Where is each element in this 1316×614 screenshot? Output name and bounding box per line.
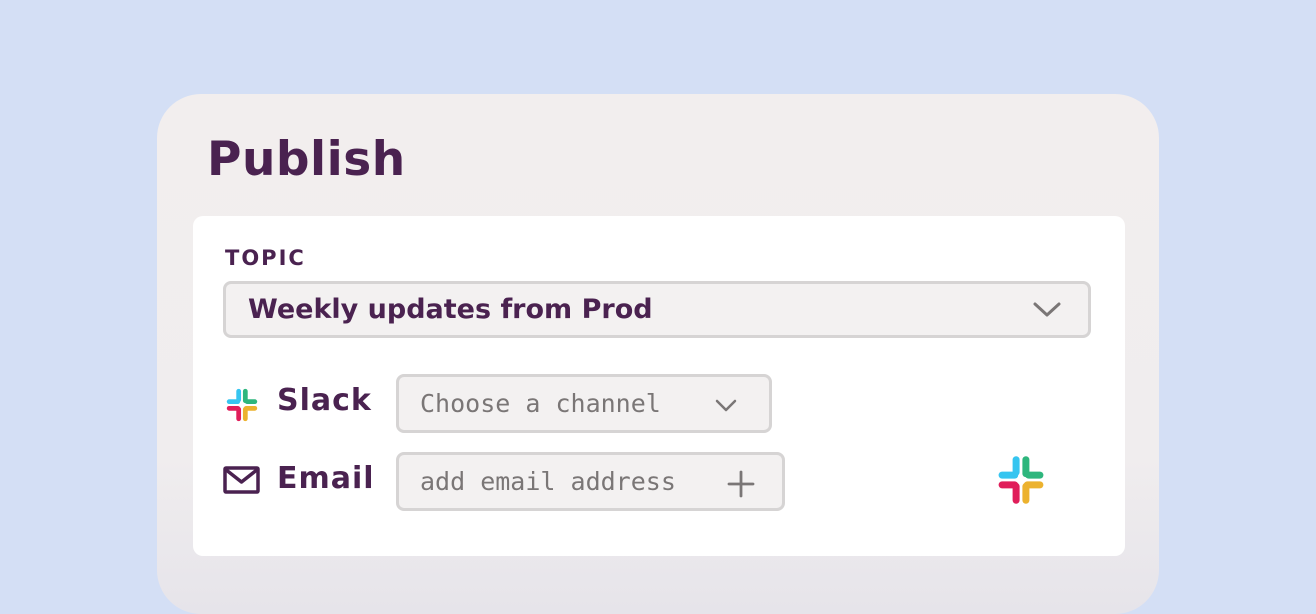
panel-title: Publish xyxy=(207,132,406,187)
chevron-down-icon xyxy=(715,399,737,412)
email-label: Email xyxy=(277,461,375,496)
email-input-placeholder: add email address xyxy=(420,467,676,496)
slack-logo-icon xyxy=(226,388,258,422)
slack-channel-select[interactable]: Choose a channel xyxy=(396,374,772,433)
topic-selected-value: Weekly updates from Prod xyxy=(248,294,653,325)
slack-label: Slack xyxy=(277,383,372,418)
publish-panel: Publish TOPIC Weekly updates from Prod S… xyxy=(157,94,1159,614)
publish-form-card: TOPIC Weekly updates from Prod Slack Cho… xyxy=(193,216,1125,556)
slack-logo-icon xyxy=(998,456,1044,504)
slack-channel-placeholder: Choose a channel xyxy=(420,389,661,418)
topic-select[interactable]: Weekly updates from Prod xyxy=(223,281,1091,338)
chevron-down-icon xyxy=(1033,302,1061,317)
mail-icon xyxy=(223,466,260,494)
plus-icon[interactable] xyxy=(727,470,755,498)
email-address-input[interactable]: add email address xyxy=(396,452,785,511)
topic-label: TOPIC xyxy=(225,246,306,270)
